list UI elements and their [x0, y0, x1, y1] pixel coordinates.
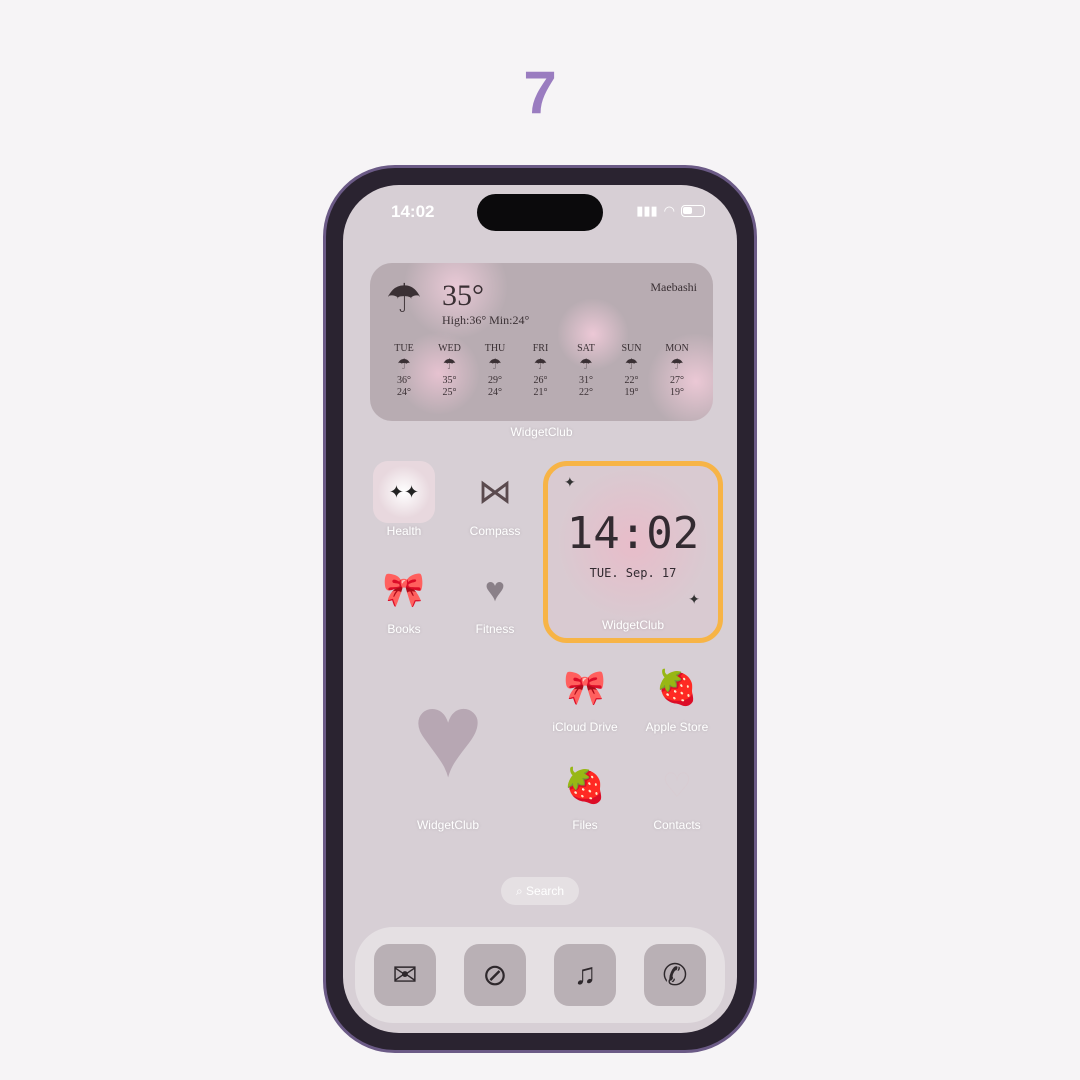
search-label: Search — [526, 884, 565, 898]
sparkle-icon: ✦ — [564, 474, 576, 490]
forecast-day-name: SAT — [577, 343, 595, 354]
heart-widget-label: WidgetClub — [416, 818, 480, 832]
forecast-low: 21° — [533, 387, 548, 398]
weather-high-low: High:36° Min:24° — [442, 313, 530, 327]
umbrella-icon: ☂ — [442, 357, 457, 373]
forecast-day: WED ☂ 35° 25° — [430, 343, 470, 399]
health-label: Health — [386, 524, 422, 538]
weather-temp: 35° — [442, 279, 484, 312]
umbrella-icon: ☂ — [579, 357, 593, 373]
forecast-high: 31° — [579, 375, 593, 386]
forecast-high: 27° — [670, 375, 684, 386]
forecast-day: SAT ☂ 31° 22° — [566, 343, 606, 399]
forecast-day-name: FRI — [532, 343, 549, 354]
forecast-low: 19° — [670, 387, 684, 398]
forecast-low: 24° — [488, 387, 502, 398]
books-label: Books — [387, 622, 421, 636]
files-app[interactable]: 🍓 — [554, 755, 616, 817]
music-app[interactable]: ♫ — [554, 944, 616, 1006]
weather-widget[interactable]: ☂ 35° High:36° Min:24° Maebashi TUE ☂ 36° 2… — [370, 263, 713, 421]
clock-date: TUE. Sep. 17 — [589, 566, 677, 580]
compass-label: Compass — [469, 524, 521, 538]
status-time: 14:02 — [391, 202, 435, 221]
search-button[interactable]: ⌕ Search — [501, 877, 579, 905]
forecast-day-name: TUE — [394, 343, 414, 354]
forecast-day-name: SUN — [621, 343, 642, 354]
forecast-low: 24° — [397, 387, 411, 398]
mail-icon: ✉ — [392, 958, 418, 992]
compass-icon: ⊘ — [482, 958, 508, 992]
umbrella-icon: ☂ — [533, 357, 548, 373]
safari-app[interactable]: ⊘ — [464, 944, 526, 1006]
mail-app[interactable]: ✉ — [374, 944, 436, 1006]
phone-app[interactable]: ✆ — [644, 944, 706, 1006]
chrome-heart-icon: ♥ — [484, 570, 506, 609]
contacts-app[interactable]: ♡ — [646, 755, 708, 817]
forecast-low: 25° — [442, 387, 457, 398]
bow-icon: ⋈ — [478, 473, 512, 511]
umbrella-icon: ☂ — [386, 276, 422, 321]
home-screen: 14:02 ▮▮▮ ◠ ☂ 35° High:36° Min:24° Maeba… — [343, 185, 737, 1033]
status-icons: ▮▮▮ ◠ — [636, 203, 705, 219]
heart-compact-icon: ♥ — [412, 668, 484, 802]
music-icon: ♫ — [573, 958, 597, 991]
white-bow-icon: 🎀 — [563, 669, 607, 707]
sparkle-icon: ✦✦ — [388, 481, 420, 502]
white-strawberry-icon: 🍓 — [563, 767, 607, 805]
forecast-day: MON ☂ 27° 19° — [657, 343, 697, 399]
search-icon: ⌕ — [515, 884, 527, 898]
forecast-day: SUN ☂ 22° 19° — [612, 343, 652, 399]
umbrella-icon: ☂ — [624, 357, 639, 373]
heart-icon: ♡ — [661, 767, 693, 805]
apple-store-app[interactable]: 🍓 — [646, 657, 708, 719]
forecast-low: 22° — [579, 387, 593, 398]
clock-time: 14:02 — [566, 508, 700, 559]
step-number: 7 — [523, 59, 557, 126]
forecast-day-name: WED — [438, 343, 461, 354]
wifi-icon: ◠ — [663, 203, 675, 218]
clock-widget[interactable]: ✦ ✦ 14:02 TUE. Sep. 17 WidgetClub — [543, 461, 723, 643]
forecast-day: TUE ☂ 36° 24° — [384, 343, 424, 399]
phone-icon: ✆ — [662, 958, 688, 992]
fitness-label: Fitness — [475, 622, 515, 636]
health-app[interactable]: ✦✦ — [373, 461, 435, 523]
contacts-label: Contacts — [653, 818, 701, 832]
files-label: Files — [572, 818, 598, 832]
dock: ✉ ⊘ ♫ ✆ — [355, 927, 725, 1023]
umbrella-icon: ☂ — [397, 357, 411, 373]
forecast-high: 36° — [397, 375, 411, 386]
battery-icon — [681, 205, 705, 217]
dynamic-island — [477, 194, 603, 231]
pink-bow-icon: 🎀 — [382, 571, 426, 609]
fitness-app[interactable]: ♥ — [464, 559, 526, 621]
books-app[interactable]: 🎀 — [373, 559, 435, 621]
compass-app[interactable]: ⋈ — [464, 461, 526, 523]
forecast-day-name: THU — [484, 343, 506, 354]
forecast-day-name: MON — [665, 343, 689, 354]
umbrella-icon: ☂ — [670, 357, 684, 373]
signal-icon: ▮▮▮ — [636, 203, 658, 218]
weather-widget-label: WidgetClub — [510, 425, 573, 439]
forecast-low: 19° — [624, 387, 639, 398]
weather-city: Maebashi — [650, 280, 697, 294]
forecast-day: THU ☂ 29° 24° — [475, 343, 515, 399]
forecast-high: 26° — [533, 375, 548, 386]
umbrella-icon: ☂ — [488, 357, 502, 373]
forecast-day: FRI ☂ 26° 21° — [521, 343, 561, 399]
strawberry-icon: 🍓 — [655, 669, 699, 707]
forecast-high: 35° — [442, 375, 457, 386]
icloud-drive-label: iCloud Drive — [552, 720, 618, 734]
apple-store-label: Apple Store — [645, 720, 709, 734]
icloud-drive-app[interactable]: 🎀 — [554, 657, 616, 719]
forecast-high: 29° — [488, 375, 502, 386]
sparkle-icon: ✦ — [688, 591, 700, 607]
heart-compact-widget[interactable]: ♥ — [373, 660, 523, 810]
forecast-high: 22° — [624, 375, 639, 386]
clock-widget-label: WidgetClub — [601, 618, 665, 632]
